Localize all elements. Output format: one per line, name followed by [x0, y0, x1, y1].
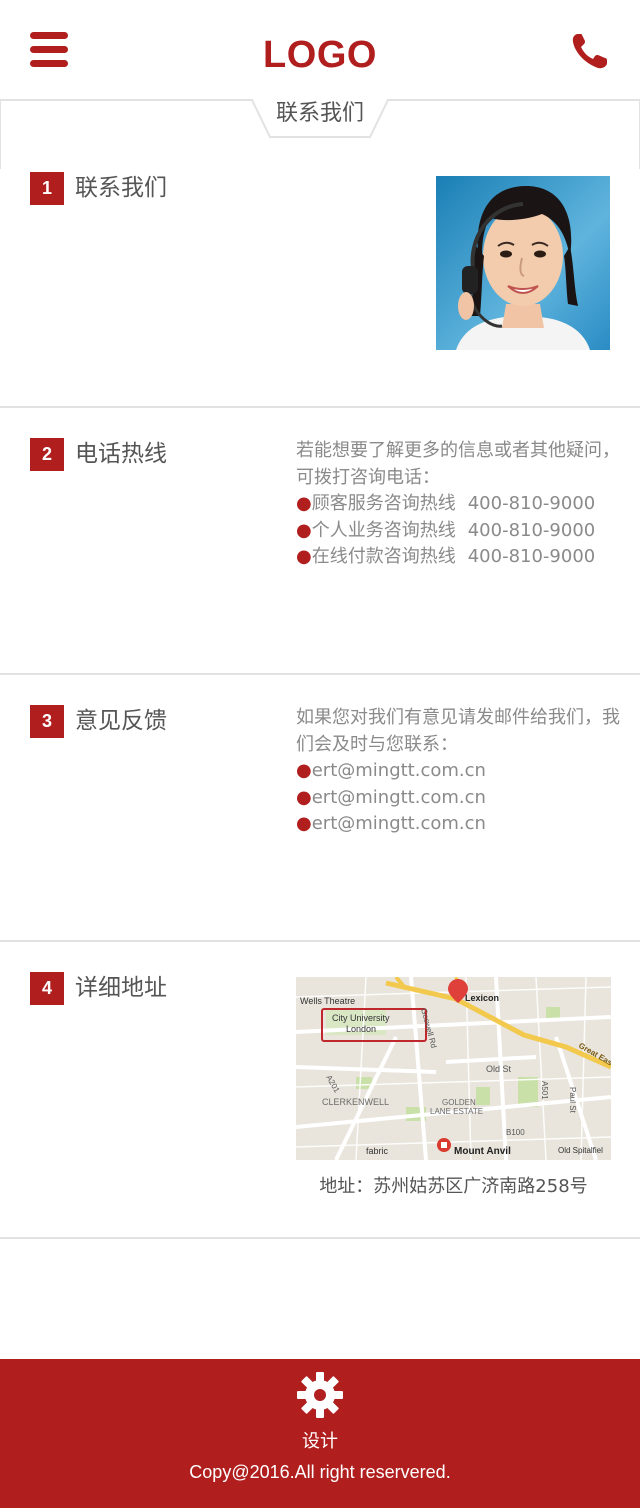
hotline-phone[interactable]: 400-810-9000 [468, 493, 596, 514]
section-title: 联系我们 [75, 175, 167, 201]
section-title: 详细地址 [75, 975, 167, 1001]
hotline-intro: 若能想要了解更多的信息或者其他疑问，可拨打咨询电话： [296, 440, 620, 488]
location-map[interactable]: Wells Theatre City University London Gos… [296, 977, 611, 1160]
bullet-icon: ● [296, 786, 312, 808]
svg-text:LANE ESTATE: LANE ESTATE [430, 1107, 483, 1116]
section-contact: 1 联系我们 [0, 170, 640, 408]
footer: 设计 Copy@2016.All right reservered. [0, 1359, 640, 1508]
section-number-badge: 2 [30, 438, 64, 471]
bullet-icon: ● [296, 493, 312, 514]
gear-icon[interactable] [296, 1371, 344, 1419]
section-address: 4 详细地址 Wells Theatre City University Lon… [0, 942, 640, 1239]
logo[interactable]: LOGO [0, 34, 640, 77]
header: LOGO [0, 0, 640, 100]
section-number-badge: 1 [30, 172, 64, 205]
email-item: ●ert@mingtt.com.cn [296, 811, 620, 838]
customer-service-agent-photo [436, 176, 610, 350]
section-hotline: 2 电话热线 若能想要了解更多的信息或者其他疑问，可拨打咨询电话： ●顾客服务咨… [0, 408, 640, 675]
svg-text:Old St: Old St [486, 1064, 512, 1074]
page-title: 联系我们 [275, 101, 364, 126]
section-number-badge: 4 [30, 972, 64, 1005]
copyright: Copy@2016.All right reservered. [189, 1462, 451, 1482]
bullet-icon: ● [296, 546, 312, 567]
svg-text:Wells Theatre: Wells Theatre [300, 996, 355, 1006]
email-link[interactable]: ert@mingtt.com.cn [312, 787, 486, 808]
hotline-item: ●在线付款咨询热线 400-810-9000 [296, 544, 620, 571]
section-feedback: 3 意见反馈 如果您对我们有意见请发邮件给我们，我们会及时与您联系： ●ert@… [0, 675, 640, 942]
hotline-item: ●顾客服务咨询热线 400-810-9000 [296, 491, 620, 518]
email-link[interactable]: ert@mingtt.com.cn [312, 813, 486, 834]
email-item: ●ert@mingtt.com.cn [296, 758, 620, 785]
feedback-info: 如果您对我们有意见请发邮件给我们，我们会及时与您联系： ●ert@mingtt.… [296, 705, 620, 838]
svg-text:London: London [346, 1024, 376, 1034]
hotline-item: ●个人业务咨询热线 400-810-9000 [296, 518, 620, 545]
phone-icon[interactable] [570, 31, 610, 71]
hotline-phone[interactable]: 400-810-9000 [468, 546, 596, 567]
svg-text:Lexicon: Lexicon [465, 993, 499, 1003]
svg-text:A501: A501 [540, 1081, 549, 1100]
hotline-label: 在线付款咨询热线 [311, 546, 456, 567]
hotline-label: 顾客服务咨询热线 [311, 493, 456, 514]
email-item: ●ert@mingtt.com.cn [296, 785, 620, 812]
section-title: 电话热线 [75, 441, 167, 467]
section-number-badge: 3 [30, 705, 64, 738]
svg-text:fabric: fabric [366, 1146, 389, 1156]
hotline-phone[interactable]: 400-810-9000 [468, 520, 596, 541]
address-text: 地址：苏州姑苏区广济南路258号 [319, 1176, 588, 1197]
bullet-icon: ● [296, 813, 312, 834]
svg-text:Old Spitalfiel: Old Spitalfiel [558, 1146, 603, 1155]
svg-text:Paul St: Paul St [568, 1087, 577, 1114]
bullet-icon: ● [296, 760, 312, 781]
feedback-intro: 如果您对我们有意见请发邮件给我们，我们会及时与您联系： [296, 707, 620, 755]
svg-text:GOLDEN: GOLDEN [442, 1098, 476, 1107]
section-title: 意见反馈 [75, 708, 167, 734]
email-link[interactable]: ert@mingtt.com.cn [312, 760, 486, 781]
footer-design-label[interactable]: 设计 [0, 1427, 640, 1453]
svg-text:City University: City University [332, 1013, 390, 1023]
svg-text:CLERKENWELL: CLERKENWELL [322, 1097, 389, 1107]
hotline-info: 若能想要了解更多的信息或者其他疑问，可拨打咨询电话： ●顾客服务咨询热线 400-… [296, 438, 620, 571]
bullet-icon: ● [296, 519, 312, 541]
svg-text:B100: B100 [506, 1128, 525, 1137]
svg-text:Mount Anvil: Mount Anvil [454, 1146, 511, 1157]
hotline-label: 个人业务咨询热线 [311, 519, 456, 541]
